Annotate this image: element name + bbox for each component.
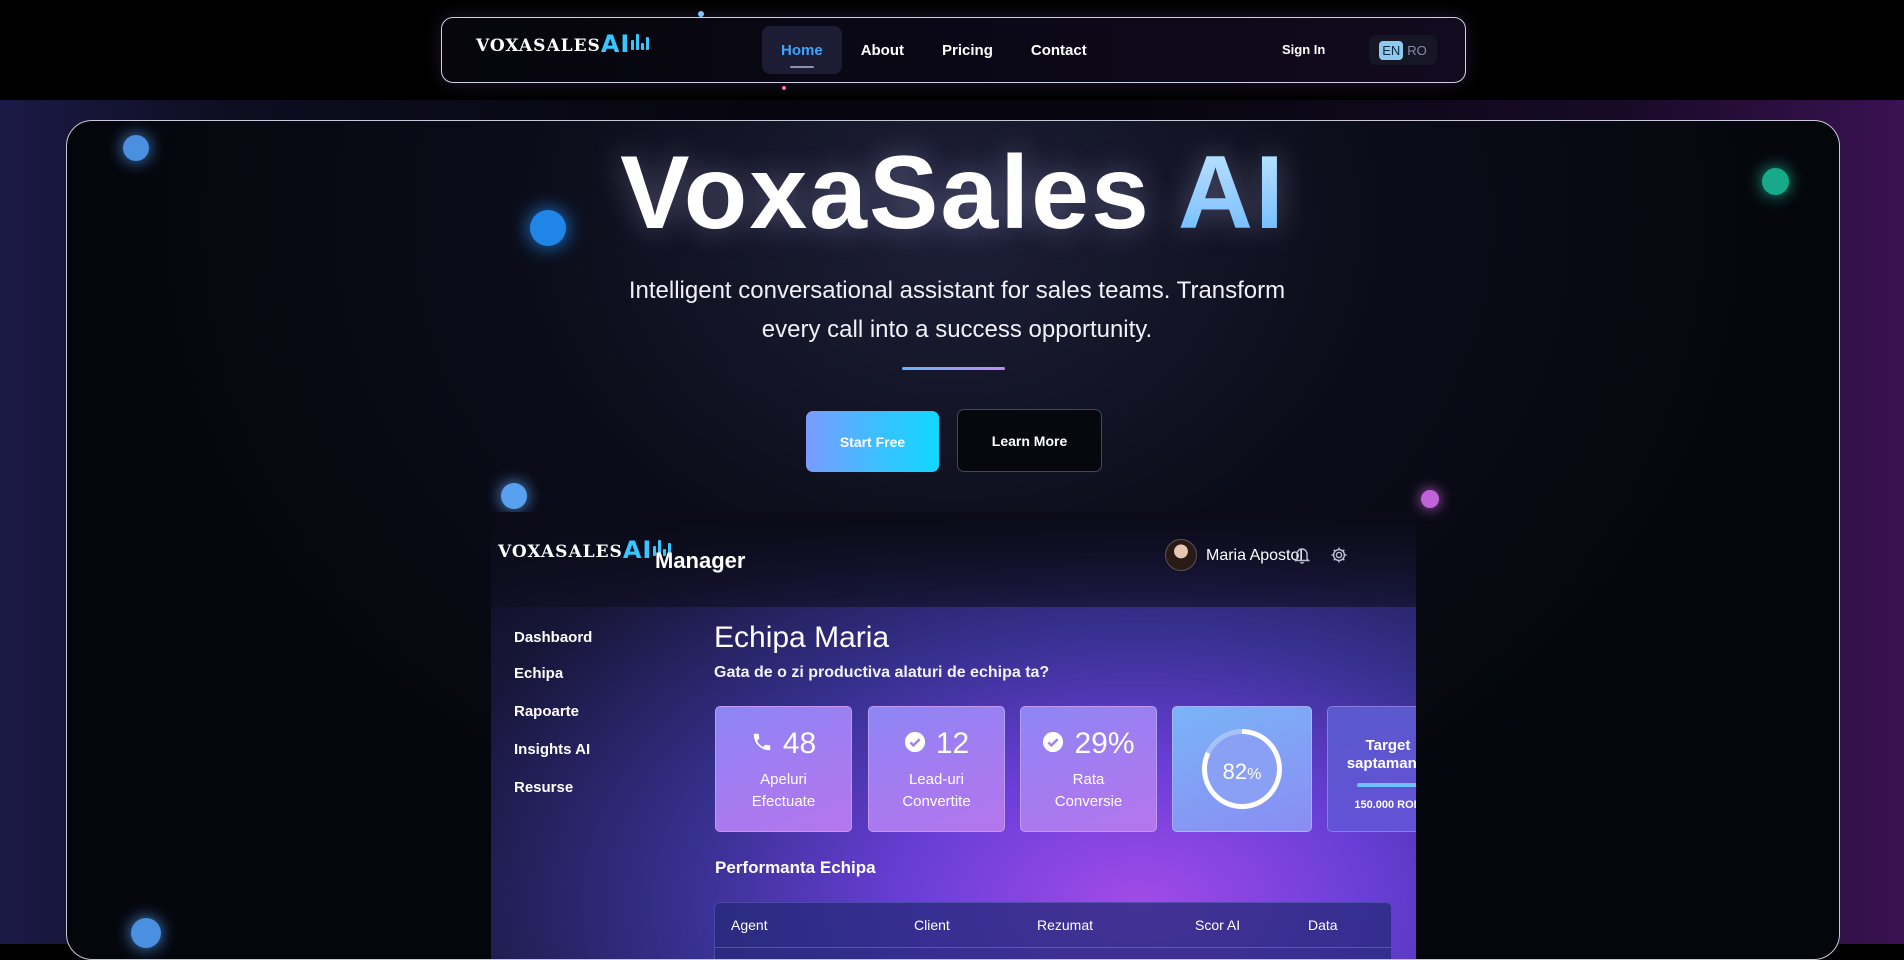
nav-links: Home About Pricing Contact bbox=[762, 26, 1106, 74]
logo-ai: AI bbox=[622, 536, 653, 564]
sidebar-item-dashboard[interactable]: Dashbaord bbox=[514, 629, 592, 665]
stat-label: Conversie bbox=[1054, 793, 1123, 810]
user-name: Maria Apostol bbox=[1206, 547, 1303, 564]
logo-word: VOXASALES bbox=[476, 36, 601, 56]
sidebar-item-echipa[interactable]: Echipa bbox=[514, 665, 592, 703]
team-subheading: Gata de o zi productiva alaturi de echip… bbox=[714, 664, 1050, 681]
target-card: Targetsaptamanal 150.000 RON bbox=[1327, 706, 1416, 832]
stat-value: 29% bbox=[1074, 727, 1135, 760]
table-header-rezumat[interactable]: Rezumat bbox=[1037, 917, 1093, 933]
gear-icon[interactable] bbox=[1330, 546, 1348, 569]
hero-subtitle: Intelligent conversational assistant for… bbox=[628, 277, 1286, 343]
table-header-client[interactable]: Client bbox=[914, 917, 950, 933]
decor-dot bbox=[501, 483, 527, 509]
dashboard-preview: VOXASALES AI Manager Maria Apostol Dashb… bbox=[491, 512, 1416, 959]
lang-en-button[interactable]: EN bbox=[1379, 40, 1404, 60]
stat-label: Lead-uri bbox=[908, 771, 965, 788]
navbar: VOXASALES AI Home About Pricing Contact … bbox=[441, 17, 1466, 83]
stat-card-calls: 48 Apeluri Efectuate bbox=[715, 706, 852, 832]
dashboard-logo: VOXASALES AI bbox=[498, 536, 672, 564]
sidebar-item-insights[interactable]: Insights AI bbox=[514, 741, 592, 779]
nav-contact[interactable]: Contact bbox=[1012, 26, 1106, 74]
dashboard-title: Manager bbox=[655, 548, 746, 573]
target-progress-bar bbox=[1357, 783, 1416, 787]
logo-bars-icon bbox=[631, 34, 650, 50]
stat-label: Rata bbox=[1072, 771, 1105, 788]
stat-label: Convertite bbox=[902, 793, 971, 810]
lang-ro-button[interactable]: RO bbox=[1407, 43, 1427, 58]
hero-title-main: VoxaSales bbox=[620, 135, 1151, 251]
sidebar-item-rapoarte[interactable]: Rapoarte bbox=[514, 703, 592, 741]
team-heading: Echipa Maria bbox=[714, 621, 890, 654]
dashboard-sidebar: Dashbaord Echipa Rapoarte Insights AI Re… bbox=[514, 629, 592, 817]
logo-word: VOXASALES bbox=[498, 542, 623, 562]
target-label: saptamanal bbox=[1346, 755, 1416, 772]
sidebar-item-resurse[interactable]: Resurse bbox=[514, 779, 592, 817]
stat-label: Apeluri bbox=[760, 771, 807, 788]
nav-pricing[interactable]: Pricing bbox=[923, 26, 1012, 74]
stat-value: 12 bbox=[935, 727, 970, 760]
decor-dot bbox=[698, 11, 704, 17]
table-divider bbox=[715, 947, 1391, 948]
user-avatar[interactable] bbox=[1165, 539, 1197, 571]
hero-section: VoxaSales AI Intelligent conversational … bbox=[66, 120, 1840, 960]
nav-about[interactable]: About bbox=[842, 26, 923, 74]
phone-icon bbox=[751, 727, 773, 761]
target-label: Target bbox=[1365, 737, 1411, 754]
table-header-scor[interactable]: Scor AI bbox=[1195, 917, 1240, 933]
nav-home[interactable]: Home bbox=[762, 26, 842, 74]
performance-title: Performanta Echipa bbox=[715, 858, 876, 877]
hero-title-ai: AI bbox=[1177, 135, 1286, 251]
logo[interactable]: VOXASALES AI bbox=[476, 30, 650, 58]
check-circle-icon bbox=[904, 727, 926, 761]
learn-more-button[interactable]: Learn More bbox=[957, 409, 1102, 472]
start-free-button[interactable]: Start Free bbox=[806, 411, 939, 472]
stat-card-leads: 12 Lead-uri Convertite bbox=[868, 706, 1005, 832]
target-amount: 150.000 RON bbox=[1354, 799, 1416, 811]
bell-icon[interactable] bbox=[1293, 546, 1311, 569]
top-bar: VOXASALES AI Home About Pricing Contact … bbox=[0, 0, 1904, 100]
performance-table: Agent Client Rezumat Scor AI Data bbox=[714, 902, 1392, 959]
decor-dot bbox=[782, 86, 786, 90]
language-switcher: EN RO bbox=[1369, 35, 1437, 65]
check-circle-icon bbox=[1042, 727, 1064, 761]
hero-title: VoxaSales AI bbox=[67, 138, 1839, 248]
stat-value: 48 bbox=[782, 727, 817, 760]
decor-dot bbox=[1421, 490, 1439, 508]
table-header-data[interactable]: Data bbox=[1308, 917, 1338, 933]
stat-card-conversion: 29% Rata Conversie bbox=[1020, 706, 1157, 832]
progress-ring-card: 82% bbox=[1172, 706, 1312, 832]
table-header-agent[interactable]: Agent bbox=[731, 917, 768, 933]
progress-value: 82% bbox=[1222, 759, 1262, 784]
sign-in-link[interactable]: Sign In bbox=[1282, 42, 1325, 57]
hero-divider bbox=[902, 367, 1005, 370]
stat-label: Efectuate bbox=[751, 793, 816, 810]
logo-ai: AI bbox=[600, 30, 631, 58]
